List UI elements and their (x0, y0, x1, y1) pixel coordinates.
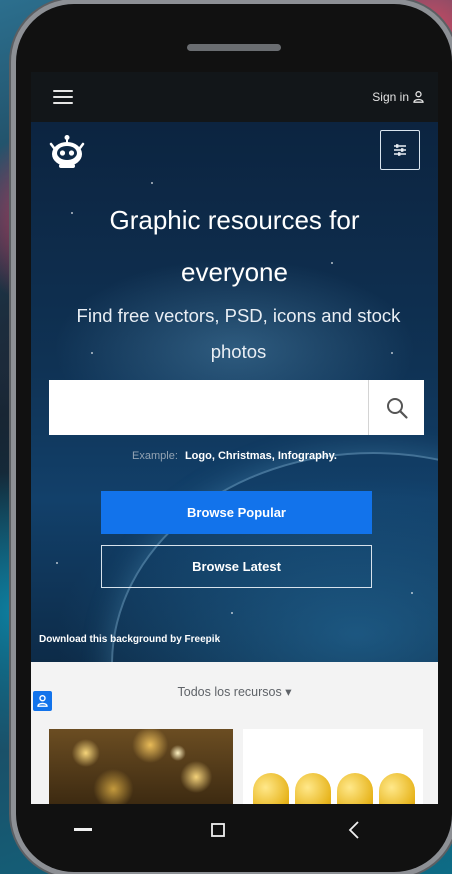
resource-filter-dropdown[interactable]: Todos los recursos ▾ (31, 684, 438, 699)
phone-screen: Sign in Graphic resources for everyone F… (31, 72, 438, 804)
example-link[interactable]: Logo, (185, 450, 215, 462)
background-credit: Download this background by Freepik (39, 634, 220, 645)
subline-line: Find free vectors, PSD, icons and stock (76, 305, 401, 326)
browse-popular-button[interactable]: Browse Popular (101, 491, 372, 534)
content-section: Todos los recursos ▾ (31, 662, 438, 804)
search-button[interactable] (368, 380, 424, 435)
filter-button[interactable] (380, 130, 420, 170)
example-link[interactable]: Christmas, (218, 450, 275, 462)
background-star (411, 592, 413, 594)
hero-headline: Graphic resources for everyone (31, 194, 438, 298)
recents-icon (73, 828, 92, 831)
home-button[interactable] (188, 810, 248, 850)
resource-thumbnail[interactable] (243, 729, 423, 804)
phone-speaker (187, 44, 281, 51)
search-icon (386, 397, 408, 419)
background-star (151, 182, 153, 184)
resource-thumbnail[interactable] (49, 729, 233, 804)
back-button[interactable] (324, 810, 384, 850)
headline-line: Graphic resources for (109, 205, 360, 235)
sliders-icon (394, 144, 406, 156)
search-bar (49, 380, 424, 435)
background-credit-link[interactable]: Download this background by Freepik (39, 634, 220, 645)
home-icon (211, 823, 226, 837)
hero-subline: Find free vectors, PSD, icons and stock … (45, 298, 432, 370)
search-examples: Example: Logo, Christmas, Infography. (31, 450, 438, 462)
back-icon (348, 821, 359, 839)
system-nav-bar (15, 800, 422, 860)
example-link[interactable]: Infography. (278, 450, 337, 462)
sign-in-link[interactable]: Sign in (372, 90, 424, 104)
hamburger-icon[interactable] (53, 90, 73, 105)
hero-section: Graphic resources for everyone Find free… (31, 122, 438, 662)
subline-line: photos (210, 341, 267, 362)
top-bar: Sign in (31, 72, 438, 122)
recents-button[interactable] (53, 810, 113, 850)
phone-frame: Sign in Graphic resources for everyone F… (16, 4, 452, 872)
headline-line: everyone (181, 257, 288, 287)
background-star (56, 562, 58, 564)
sign-in-label: Sign in (372, 90, 409, 104)
examples-label: Example: (132, 450, 178, 462)
background-star (231, 612, 233, 614)
user-icon (413, 91, 424, 103)
robot-logo-icon[interactable] (49, 134, 85, 170)
browse-latest-button[interactable]: Browse Latest (101, 545, 372, 588)
search-input[interactable] (49, 380, 368, 435)
